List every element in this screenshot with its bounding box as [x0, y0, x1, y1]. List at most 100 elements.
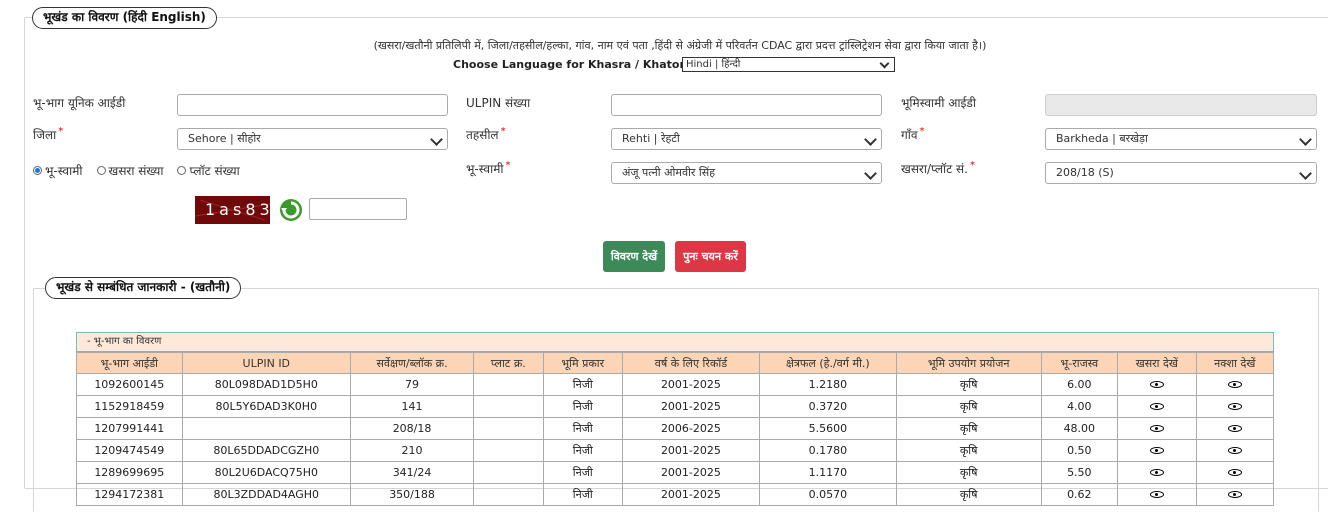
ulpin-label: ULPIN संख्या — [466, 96, 531, 110]
language-select-value: Hindi | हिंन्दी — [686, 59, 741, 70]
eye-icon[interactable] — [1148, 447, 1166, 454]
owner-label: भू-स्वामी * — [466, 160, 511, 176]
radio-plot[interactable]: प्लॉट संख्या — [177, 162, 240, 179]
language-select[interactable]: Hindi | हिंन्दी — [682, 57, 895, 72]
eye-icon[interactable] — [1148, 469, 1166, 476]
table-row: 1092600145 80L098DAD1D5H0 79 निजी 2001-2… — [76, 373, 1274, 396]
cell-land-use: कृषि — [895, 439, 1042, 462]
eye-icon[interactable] — [1148, 425, 1166, 432]
tehsil-select[interactable]: Rehti | रेहटी — [611, 128, 882, 150]
captcha-input[interactable] — [309, 198, 407, 220]
chevron-down-icon — [1299, 167, 1312, 180]
refresh-captcha-icon[interactable] — [278, 197, 304, 223]
search-type-radio-group: भू-स्वामी खसरा संख्या प्लॉट संख्या — [33, 162, 240, 179]
radio-owner-button[interactable] — [33, 166, 42, 175]
cell-ulpin — [181, 417, 351, 440]
cell-parcel-id: 1152918459 — [76, 395, 183, 418]
land-details-legend: भूखंड का विवरण (हिंदी English) — [32, 7, 217, 29]
view-khasra-link[interactable] — [1117, 373, 1197, 396]
radio-khasra-label: खसरा संख्या — [108, 164, 164, 178]
col-land-use: भूमि उपयोग प्रयोजन — [895, 352, 1042, 374]
cell-area: 0.0570 — [758, 483, 897, 506]
cell-area: 0.3720 — [758, 395, 897, 418]
cell-plot — [473, 417, 544, 440]
cell-revenue: 6.00 — [1040, 373, 1119, 396]
view-khasra-link[interactable] — [1117, 483, 1197, 506]
unique-id-label: भू-भाग यूनिक आईडी — [33, 96, 126, 110]
col-revenue: भू-राजस्व — [1040, 352, 1119, 374]
cell-ulpin: 80L3ZDDAD4AGH0 — [181, 483, 351, 506]
cell-area: 5.5600 — [758, 417, 897, 440]
reset-selection-button[interactable]: पुनः चयन करें — [675, 241, 746, 272]
eye-icon[interactable] — [1226, 491, 1244, 498]
village-label: गाँव * — [901, 126, 925, 142]
col-view-khasra: खसरा देखें — [1117, 352, 1197, 374]
owner-select-value: अंजू पत्नी ओमवीर सिंह — [622, 166, 716, 179]
table-row: 1294172381 80L3ZDDAD4AGH0 350/188 निजी 2… — [76, 483, 1274, 506]
eye-icon[interactable] — [1226, 425, 1244, 432]
view-khasra-link[interactable] — [1117, 439, 1197, 462]
cell-ulpin: 80L098DAD1D5H0 — [181, 373, 351, 396]
eye-icon[interactable] — [1148, 491, 1166, 498]
radio-khasra[interactable]: खसरा संख्या — [96, 162, 164, 179]
eye-icon[interactable] — [1226, 381, 1244, 388]
cell-revenue: 48.00 — [1040, 417, 1119, 440]
chevron-down-icon — [879, 58, 890, 69]
cell-ulpin: 80L65DDADCGZH0 — [181, 439, 351, 462]
eye-icon[interactable] — [1148, 381, 1166, 388]
cell-ulpin: 80L5Y6DAD3K0H0 — [181, 395, 351, 418]
khasra-plot-select-value: 208/18 (S) — [1056, 166, 1114, 179]
cell-plot — [473, 461, 544, 484]
owner-select[interactable]: अंजू पत्नी ओमवीर सिंह — [611, 162, 882, 184]
view-khasra-link[interactable] — [1117, 417, 1197, 440]
chevron-down-icon — [864, 133, 877, 146]
tehsil-label: तहसील * — [466, 126, 506, 142]
cell-land-type: निजी — [542, 395, 623, 418]
view-khasra-link[interactable] — [1117, 395, 1197, 418]
cell-plot — [473, 483, 544, 506]
cell-land-type: निजी — [542, 373, 623, 396]
view-map-link[interactable] — [1195, 395, 1274, 418]
cell-survey: 141 — [349, 395, 475, 418]
col-land-type: भूमि प्रकार — [542, 352, 623, 374]
table-row: 1152918459 80L5Y6DAD3K0H0 141 निजी 2001-… — [76, 395, 1274, 418]
eye-icon[interactable] — [1148, 403, 1166, 410]
khasra-plot-select[interactable]: 208/18 (S) — [1045, 162, 1317, 184]
cell-land-use: कृषि — [895, 483, 1042, 506]
captcha-image: 1as83p — [194, 196, 284, 224]
cell-record-year: 2001-2025 — [621, 483, 760, 506]
khatoni-legend: भूखंड से सम्बंधित जानकारी - (खतौनी) — [45, 277, 242, 299]
ulpin-input[interactable] — [611, 94, 882, 116]
table-header-row: भू-भाग आईडी ULPIN ID सर्वेक्षण/ब्लॉक क्र… — [76, 352, 1274, 374]
radio-owner[interactable]: भू-स्वामी — [33, 162, 83, 179]
district-select[interactable]: Sehore | सीहोर — [177, 128, 448, 150]
cell-area: 1.2180 — [758, 373, 897, 396]
radio-khasra-button[interactable] — [96, 166, 106, 175]
view-map-link[interactable] — [1195, 461, 1274, 484]
view-map-link[interactable] — [1195, 439, 1274, 462]
view-khasra-link[interactable] — [1117, 461, 1197, 484]
eye-icon[interactable] — [1226, 403, 1244, 410]
col-ulpin: ULPIN ID — [181, 352, 351, 374]
cell-area: 0.1780 — [758, 439, 897, 462]
village-select[interactable]: Barkheda | बरखेड़ा — [1045, 128, 1317, 150]
cell-plot — [473, 439, 544, 462]
unique-id-input[interactable] — [177, 94, 448, 116]
cell-land-use: कृषि — [895, 373, 1042, 396]
district-label: जिला * — [33, 126, 64, 142]
col-view-map: नक्शा देखें — [1195, 352, 1274, 374]
eye-icon[interactable] — [1226, 447, 1244, 454]
cell-survey: 208/18 — [349, 417, 475, 440]
view-map-link[interactable] — [1195, 373, 1274, 396]
view-map-link[interactable] — [1195, 417, 1274, 440]
cell-record-year: 2006-2025 — [621, 417, 760, 440]
cell-ulpin: 80L2U6DACQ75H0 — [181, 461, 351, 484]
col-record-year: वर्ष के लिए रिकॉर्ड — [621, 352, 760, 374]
radio-plot-button[interactable] — [177, 166, 187, 175]
view-map-link[interactable] — [1195, 483, 1274, 506]
cell-revenue: 0.62 — [1040, 483, 1119, 506]
view-details-button[interactable]: विवरण देखें — [603, 241, 665, 272]
eye-icon[interactable] — [1226, 469, 1244, 476]
cell-survey: 350/188 — [349, 483, 475, 506]
cell-revenue: 5.50 — [1040, 461, 1119, 484]
